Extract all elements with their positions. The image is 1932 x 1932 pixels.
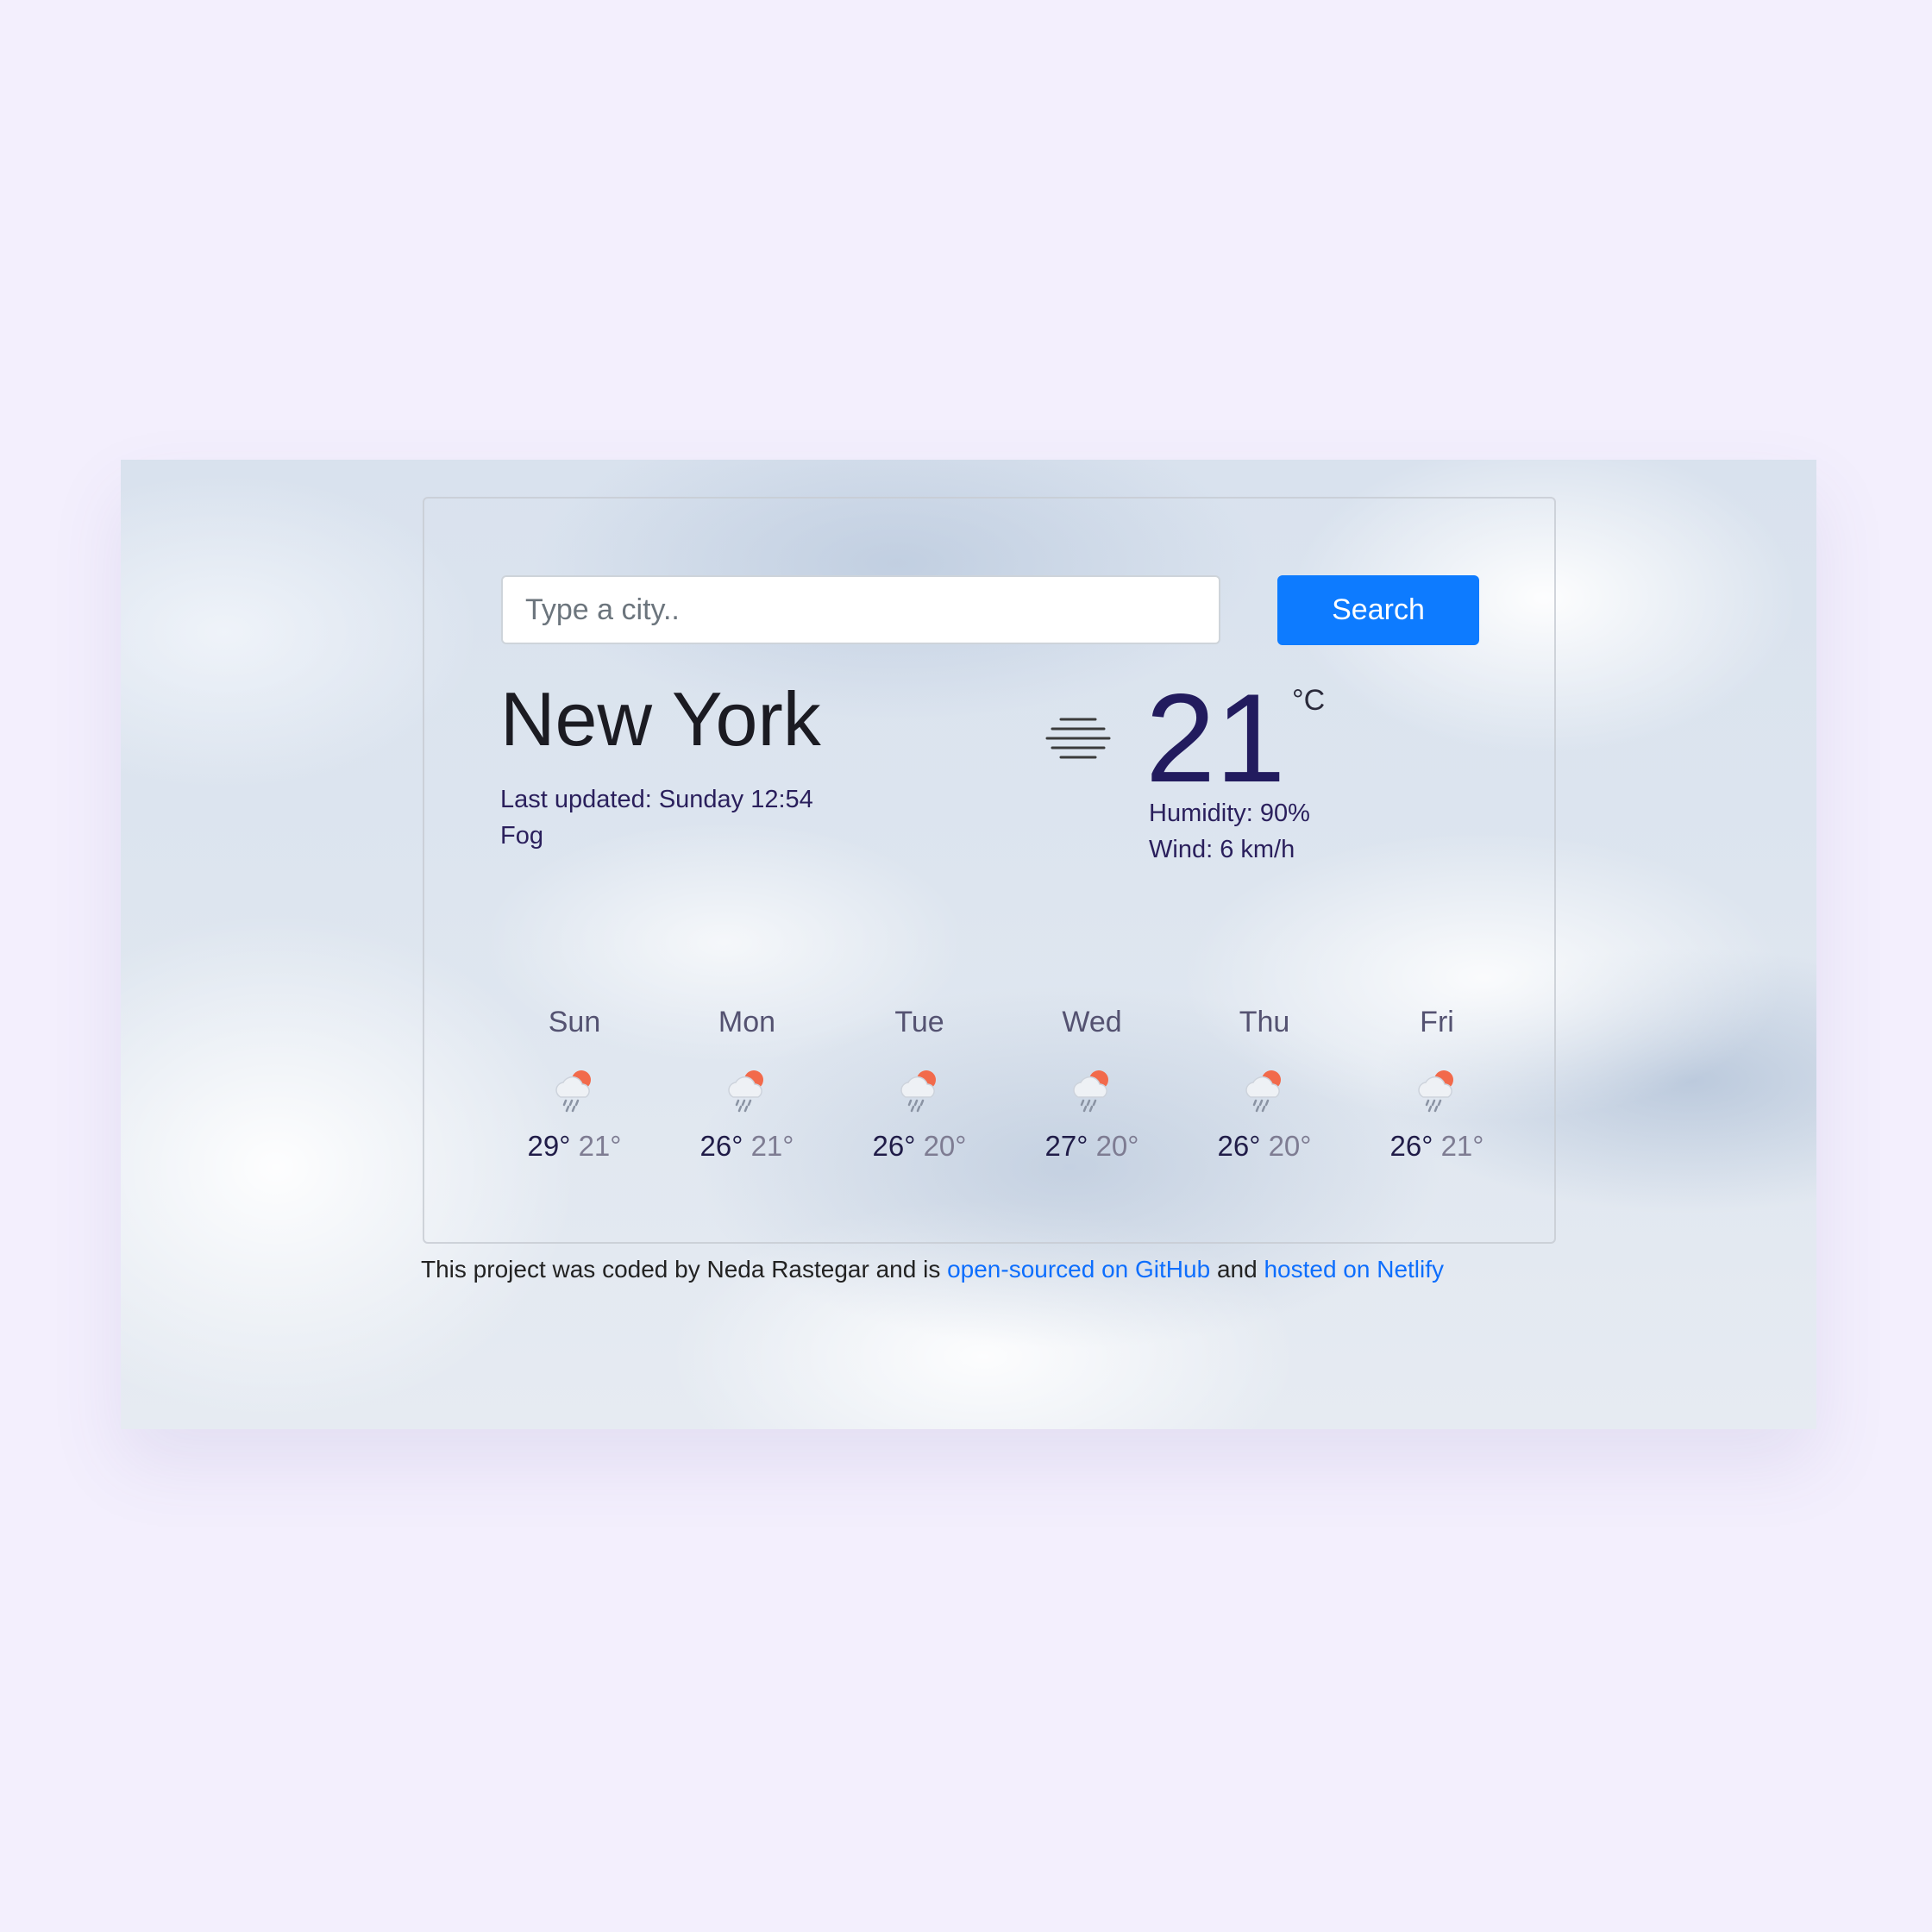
humidity-label: Humidity: <box>1149 800 1260 827</box>
rain-sun-cloud-icon <box>1245 1070 1281 1113</box>
rain-sun-cloud-icon <box>728 1070 763 1113</box>
wind-label: Wind: <box>1149 836 1220 863</box>
rain-sun-cloud-icon <box>1073 1070 1108 1113</box>
forecast-day: Tue 26° 20° <box>833 1000 1006 1166</box>
current-details: Humidity: 90% Wind: 6 km/h <box>1149 795 1310 868</box>
rain-sun-cloud-icon <box>555 1070 591 1113</box>
city-search-input[interactable] <box>501 575 1220 644</box>
search-button[interactable]: Search <box>1277 575 1479 645</box>
humidity: Humidity: 90% <box>1149 795 1310 831</box>
temperature-unit: °C <box>1292 684 1326 717</box>
footer: This project was coded by Neda Rastegar … <box>421 1252 1444 1287</box>
forecast-max: 29° <box>527 1130 571 1162</box>
forecast-temps: 29° 21° <box>488 1126 661 1166</box>
wind-value: 6 km/h <box>1220 836 1295 863</box>
forecast-max: 26° <box>1389 1130 1433 1162</box>
forecast-day-name: Tue <box>894 1006 944 1038</box>
fog-icon <box>1045 718 1111 759</box>
forecast-day: Sun 29° 21° <box>488 1000 661 1166</box>
forecast-temps: 26° 20° <box>833 1126 1006 1166</box>
forecast-max: 26° <box>872 1130 916 1162</box>
forecast-min: 20° <box>923 1130 967 1162</box>
forecast-min: 21° <box>578 1130 622 1162</box>
forecast-min: 21° <box>1440 1130 1484 1162</box>
forecast-day-name: Mon <box>718 1006 776 1038</box>
wind: Wind: 6 km/h <box>1149 831 1310 868</box>
forecast-max: 27° <box>1044 1130 1088 1162</box>
city-name: New York <box>500 676 821 762</box>
github-link[interactable]: open-sourced on GitHub <box>947 1256 1210 1283</box>
forecast-day-name: Wed <box>1062 1006 1122 1038</box>
current-temperature: 21 <box>1145 668 1286 808</box>
forecast-day-name: Sun <box>548 1006 601 1038</box>
weather-description: Fog <box>500 822 543 850</box>
netlify-link[interactable]: hosted on Netlify <box>1264 1256 1444 1283</box>
forecast-min: 20° <box>1268 1130 1312 1162</box>
footer-text-middle: and <box>1210 1256 1264 1283</box>
forecast-min: 21° <box>750 1130 794 1162</box>
forecast-row: Sun 29° 21° Mon 26° 21° Tue 26° 20° Wed … <box>488 1000 1523 1166</box>
forecast-min: 20° <box>1095 1130 1139 1162</box>
forecast-max: 26° <box>699 1130 743 1162</box>
forecast-day: Wed 27° 20° <box>1006 1000 1178 1166</box>
forecast-temps: 26° 20° <box>1178 1126 1351 1166</box>
last-updated-label: Last updated: <box>500 786 659 813</box>
forecast-temps: 27° 20° <box>1006 1126 1178 1166</box>
last-updated-value: Sunday 12:54 <box>658 786 813 813</box>
current-meta: Last updated: Sunday 12:54 Fog <box>500 781 813 854</box>
humidity-value: 90% <box>1259 800 1310 827</box>
footer-text: This project was coded by Neda Rastegar … <box>421 1256 948 1283</box>
rain-sun-cloud-icon <box>900 1070 936 1113</box>
forecast-temps: 26° 21° <box>1351 1126 1523 1166</box>
forecast-day: Thu 26° 20° <box>1178 1000 1351 1166</box>
rain-sun-cloud-icon <box>1418 1070 1453 1113</box>
forecast-day: Mon 26° 21° <box>661 1000 833 1166</box>
forecast-max: 26° <box>1217 1130 1261 1162</box>
forecast-day-name: Thu <box>1239 1006 1290 1038</box>
last-updated: Last updated: Sunday 12:54 <box>500 781 813 818</box>
forecast-day: Fri 26° 21° <box>1351 1000 1523 1166</box>
forecast-day-name: Fri <box>1420 1006 1454 1038</box>
forecast-temps: 26° 21° <box>661 1126 833 1166</box>
